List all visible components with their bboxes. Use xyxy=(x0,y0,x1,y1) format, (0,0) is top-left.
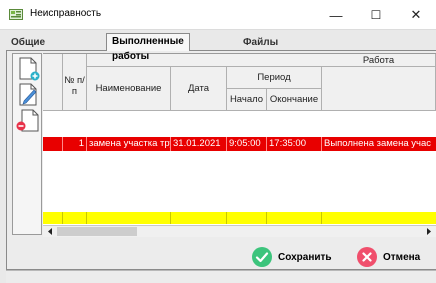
add-document-icon[interactable] xyxy=(16,56,40,82)
cancel-button[interactable]: Отмена xyxy=(356,247,420,267)
summary-cell xyxy=(171,212,227,224)
status-bar xyxy=(6,270,436,283)
cell-work: Выполнена замена учас xyxy=(324,138,431,149)
summary-row xyxy=(43,212,436,224)
cell-start: 9:05:00 xyxy=(227,137,267,151)
record-toolbar xyxy=(12,53,42,235)
tab-files[interactable]: Файлы xyxy=(238,35,283,50)
header-end[interactable]: Окончание xyxy=(267,89,322,111)
cell-date: 31.01.2021 xyxy=(171,137,227,151)
save-label: Сохранить xyxy=(278,251,332,263)
app-icon xyxy=(9,9,23,20)
cell-name: замена участка трубы xyxy=(89,137,171,151)
scroll-right-icon[interactable] xyxy=(424,227,434,236)
scroll-left-icon[interactable] xyxy=(45,227,55,236)
tab-completed-works[interactable]: Выполненные работы xyxy=(106,33,190,62)
summary-cell xyxy=(87,212,171,224)
checkmark-icon xyxy=(252,247,272,267)
header-work: Работа xyxy=(322,54,436,67)
scroll-thumb[interactable] xyxy=(57,227,137,236)
delete-document-icon[interactable] xyxy=(16,108,40,134)
header-work-detail[interactable] xyxy=(322,67,436,111)
window-title: Неисправность xyxy=(30,8,102,19)
cancel-icon xyxy=(357,247,377,267)
table-row[interactable]: 1 замена участка трубы 31.01.2021 9:05:0… xyxy=(43,137,436,151)
row-indicator-header xyxy=(43,54,63,111)
title-bar: Неисправность — ☐ ✕ xyxy=(0,0,436,30)
summary-cell xyxy=(43,212,63,224)
summary-cell xyxy=(63,212,87,224)
maximize-button[interactable]: ☐ xyxy=(356,0,396,30)
header-start[interactable]: Начало xyxy=(227,89,267,111)
cancel-label: Отмена xyxy=(383,251,421,263)
edit-document-icon[interactable] xyxy=(16,82,40,108)
tab-general[interactable]: Общие данные xyxy=(6,35,54,63)
header-period: Период xyxy=(227,67,322,89)
summary-cell xyxy=(322,212,436,224)
header-name[interactable]: Наименование xyxy=(87,67,171,111)
row-indicator xyxy=(43,137,63,151)
cell-num: 1 xyxy=(63,137,87,151)
works-table: № п/п Наименование Дата Период Начало Ок… xyxy=(43,53,436,235)
minimize-button[interactable]: — xyxy=(316,0,356,30)
summary-cell xyxy=(227,212,267,224)
cell-end: 17:35:00 xyxy=(267,137,322,151)
close-button[interactable]: ✕ xyxy=(396,0,436,30)
save-button[interactable]: Сохранить xyxy=(251,247,332,267)
horizontal-scrollbar[interactable] xyxy=(43,225,436,237)
header-date[interactable]: Дата xyxy=(171,67,227,111)
header-num[interactable]: № п/п xyxy=(63,54,87,111)
summary-cell xyxy=(267,212,322,224)
